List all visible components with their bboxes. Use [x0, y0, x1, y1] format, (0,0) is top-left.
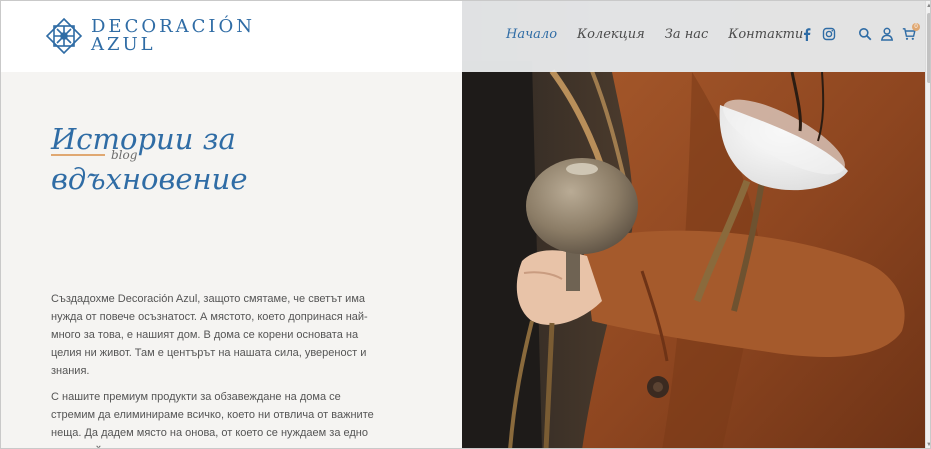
nav-item-about[interactable]: За нас — [665, 27, 709, 42]
brand-name-line2: AZUL — [91, 34, 156, 55]
scroll-up-arrow-icon[interactable]: ▲ — [926, 2, 930, 10]
intro-paragraph-1: Създадохме Decoración Azul, защото смята… — [51, 293, 368, 377]
search-icon[interactable] — [858, 27, 872, 41]
nav-item-collection[interactable]: Колекция — [577, 27, 645, 42]
site-header-nav: Начало Колекция За нас Контакти 0 — [462, 1, 925, 72]
page-frame: DECORACIÓN AZUL Начало Колекция За нас К… — [0, 0, 931, 449]
snowflake-ornament-icon — [45, 17, 83, 55]
cart-count-badge: 0 — [912, 23, 920, 31]
intro-paragraph-2: С нашите премиум продукти за обзавеждане… — [51, 391, 374, 448]
cart-button[interactable]: 0 — [902, 23, 924, 41]
facebook-icon[interactable] — [800, 27, 814, 41]
header-icons: 0 — [800, 23, 924, 41]
nav-item-home[interactable]: Начало — [506, 27, 557, 42]
scrollbar-thumb[interactable] — [927, 13, 930, 83]
scroll-down-arrow-icon[interactable]: ▼ — [926, 441, 930, 448]
page-headline: Истории за вдъхновение — [51, 119, 411, 199]
site-header-left: DECORACIÓN AZUL — [1, 1, 462, 72]
headline-line2: вдъхновение — [51, 162, 248, 196]
instagram-icon[interactable] — [822, 27, 836, 41]
brand-name: DECORACIÓN AZUL — [91, 18, 255, 54]
user-icon[interactable] — [880, 27, 894, 41]
nav-item-contacts[interactable]: Контакти — [728, 27, 803, 42]
headline-line1: Истории за — [51, 122, 236, 156]
page-scrollbar[interactable]: ▲ ▼ — [925, 1, 930, 448]
main-nav: Начало Колекция За нас Контакти — [506, 27, 823, 42]
brand-logo[interactable]: DECORACIÓN AZUL — [45, 17, 255, 55]
